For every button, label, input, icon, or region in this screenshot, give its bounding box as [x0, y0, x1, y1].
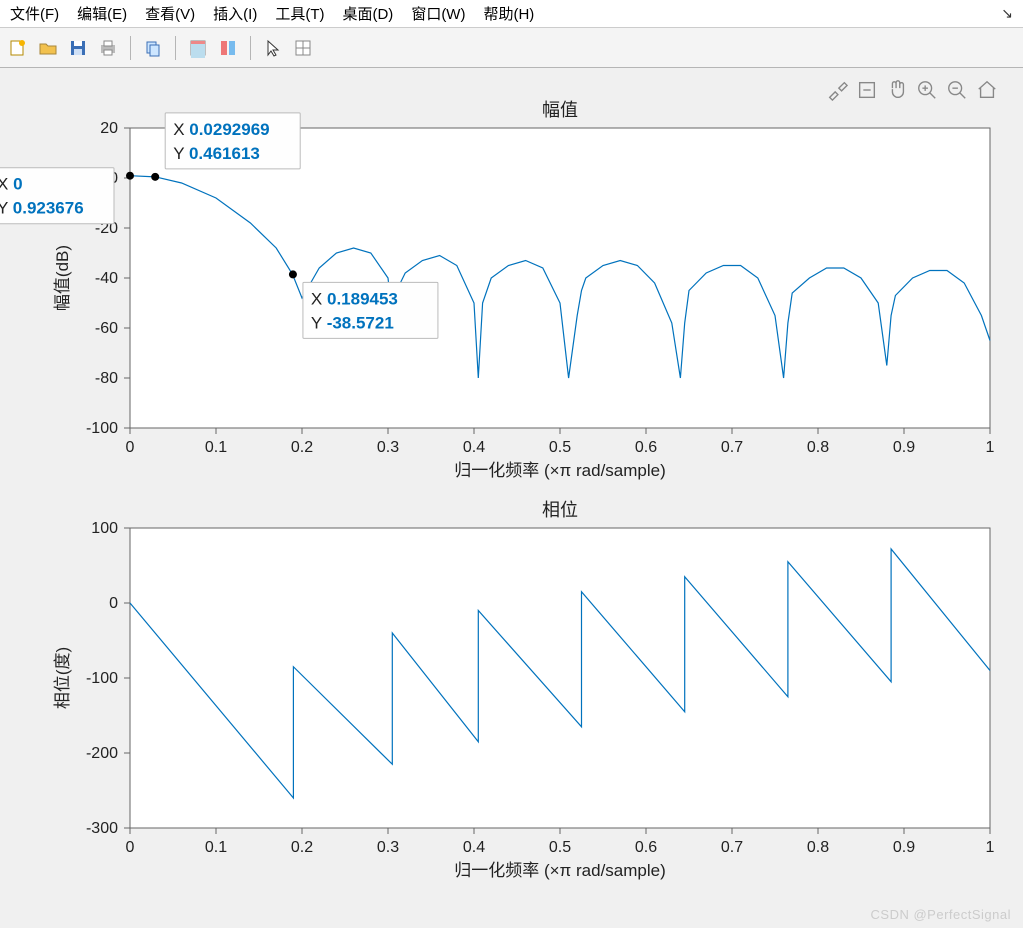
- brush-icon[interactable]: [825, 78, 849, 102]
- x-tick-label: 0.8: [807, 439, 829, 456]
- chart-title: 幅值: [542, 100, 578, 120]
- x-tick-label: 0: [126, 839, 135, 856]
- rect-zoom-icon[interactable]: [855, 78, 879, 102]
- y-axis-label: 相位(度): [53, 647, 72, 709]
- x-tick-label: 0.8: [807, 839, 829, 856]
- zoom-in-icon[interactable]: [915, 78, 939, 102]
- x-tick-label: 0.5: [549, 439, 571, 456]
- y-tick-label: 0: [109, 595, 118, 612]
- x-tick-label: 0.7: [721, 839, 743, 856]
- new-figure-button[interactable]: [6, 36, 30, 60]
- axes[interactable]: [130, 528, 990, 828]
- y-tick-label: 20: [100, 120, 118, 137]
- menu-bar: 文件(F) 编辑(E) 查看(V) 插入(I) 工具(T) 桌面(D) 窗口(W…: [0, 0, 1023, 28]
- x-tick-label: 0.4: [463, 839, 485, 856]
- y-tick-label: 100: [91, 520, 118, 537]
- toolbar-separator: [175, 36, 176, 60]
- x-tick-label: 0.2: [291, 439, 313, 456]
- plot-edit-button[interactable]: [291, 36, 315, 60]
- x-tick-label: 0.9: [893, 839, 915, 856]
- x-tick-label: 0.5: [549, 839, 571, 856]
- y-tick-label: -80: [95, 370, 118, 387]
- x-axis-label: 归一化频率 (×π rad/sample): [454, 461, 666, 480]
- menu-help[interactable]: 帮助(H): [483, 3, 534, 24]
- open-button[interactable]: [36, 36, 60, 60]
- menu-window[interactable]: 窗口(W): [411, 3, 465, 24]
- x-tick-label: 1: [986, 839, 995, 856]
- home-icon[interactable]: [975, 78, 999, 102]
- y-axis-label: 幅值(dB): [53, 245, 72, 311]
- x-tick-label: 0.3: [377, 839, 399, 856]
- pointer-button[interactable]: [261, 36, 285, 60]
- x-tick-label: 0.6: [635, 839, 657, 856]
- zoom-out-icon[interactable]: [945, 78, 969, 102]
- toolbar-separator: [130, 36, 131, 60]
- y-tick-label: -40: [95, 270, 118, 287]
- menu-view[interactable]: 查看(V): [145, 3, 195, 24]
- menu-desktop[interactable]: 桌面(D): [342, 3, 393, 24]
- x-tick-label: 0.2: [291, 839, 313, 856]
- svg-text:X 0: X 0: [0, 175, 23, 194]
- figure-toolbar: [0, 28, 1023, 68]
- svg-text:X 0.189453: X 0.189453: [311, 289, 398, 308]
- axes-toolbar: [825, 78, 999, 102]
- svg-text:Y -38.5721: Y -38.5721: [311, 313, 394, 332]
- x-axis-label: 归一化频率 (×π rad/sample): [454, 861, 666, 880]
- svg-text:X 0.0292969: X 0.0292969: [173, 120, 269, 139]
- x-tick-label: 0.1: [205, 839, 227, 856]
- datatip[interactable]: X 0 Y 0.923676: [0, 168, 114, 224]
- y-tick-label: -100: [86, 670, 118, 687]
- figure-area: 幅值 0 0.1 0.2 0.3 0.4 0.5 0.6 0.7 0.8 0.9 1 -100 -80 -6…: [0, 68, 1023, 928]
- chart-title: 相位: [542, 500, 578, 520]
- menu-file[interactable]: 文件(F): [10, 3, 59, 24]
- toolbar-separator: [250, 36, 251, 60]
- plots: 幅值 0 0.1 0.2 0.3 0.4 0.5 0.6 0.7 0.8 0.9 1 -100 -80 -6…: [0, 68, 1023, 908]
- watermark-text: CSDN @PerfectSignal: [871, 907, 1011, 922]
- dock-arrow-icon[interactable]: ↘: [1001, 5, 1013, 22]
- datatip-marker[interactable]: [126, 172, 134, 180]
- menu-tools[interactable]: 工具(T): [275, 3, 324, 24]
- x-tick-label: 0.4: [463, 439, 485, 456]
- menu-insert[interactable]: 插入(I): [213, 3, 257, 24]
- x-tick-label: 0.6: [635, 439, 657, 456]
- copy-figure-button[interactable]: [141, 36, 165, 60]
- x-tick-label: 0: [126, 439, 135, 456]
- datatip-marker[interactable]: [151, 173, 159, 181]
- datatip[interactable]: X 0.0292969 Y 0.461613: [165, 113, 300, 169]
- x-tick-label: 0.1: [205, 439, 227, 456]
- pan-icon[interactable]: [885, 78, 909, 102]
- x-tick-label: 0.9: [893, 439, 915, 456]
- datatip[interactable]: X 0.189453 Y -38.5721: [303, 282, 438, 338]
- svg-text:Y 0.461613: Y 0.461613: [173, 144, 260, 163]
- y-tick-label: -60: [95, 320, 118, 337]
- data-cursor-button[interactable]: [186, 36, 210, 60]
- colorbar-button[interactable]: [216, 36, 240, 60]
- save-button[interactable]: [66, 36, 90, 60]
- y-tick-label: -300: [86, 820, 118, 837]
- menu-edit[interactable]: 编辑(E): [77, 3, 127, 24]
- y-tick-label: -200: [86, 745, 118, 762]
- svg-text:Y 0.923676: Y 0.923676: [0, 199, 84, 218]
- x-tick-label: 0.7: [721, 439, 743, 456]
- datatip-marker[interactable]: [289, 270, 297, 278]
- x-tick-label: 0.3: [377, 439, 399, 456]
- print-button[interactable]: [96, 36, 120, 60]
- y-tick-label: -100: [86, 420, 118, 437]
- x-tick-label: 1: [986, 439, 995, 456]
